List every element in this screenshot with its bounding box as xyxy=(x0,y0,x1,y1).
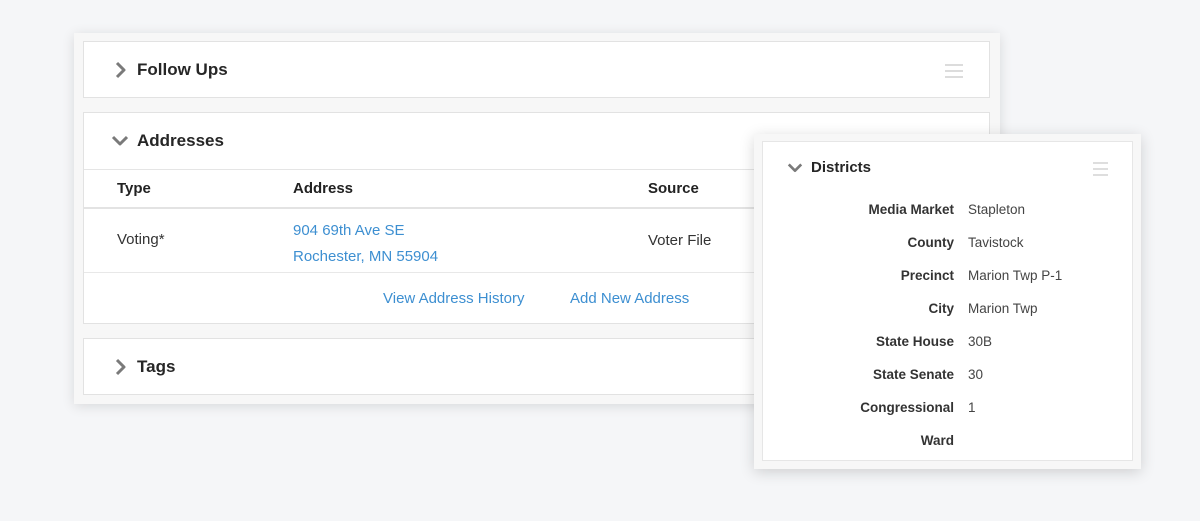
district-row-state-house: State House 30B xyxy=(763,334,1132,354)
district-row-precinct: Precinct Marion Twp P-1 xyxy=(763,268,1132,288)
district-value: 30B xyxy=(968,334,993,349)
chevron-right-icon[interactable] xyxy=(111,61,129,79)
district-label: State House xyxy=(875,334,954,349)
address-type: Voting* xyxy=(117,231,165,248)
district-label: County xyxy=(907,235,955,250)
column-header-source[interactable]: Source xyxy=(648,180,699,197)
address-line2[interactable]: Rochester, MN 55904 xyxy=(293,244,438,270)
district-label: Ward xyxy=(920,433,954,448)
follow-ups-header[interactable]: Follow Ups xyxy=(84,42,989,98)
address-source: Voter File xyxy=(648,232,712,249)
district-label: Precinct xyxy=(900,268,954,283)
district-row-congressional: Congressional 1 xyxy=(763,400,1132,420)
address-line1[interactable]: 904 69th Ave SE xyxy=(293,218,438,244)
district-row-ward: Ward xyxy=(763,433,1132,453)
districts-card: Districts Media Market Stapleton County … xyxy=(754,134,1141,469)
column-header-address[interactable]: Address xyxy=(293,180,353,197)
district-row-county: County Tavistock xyxy=(763,235,1132,255)
district-value: 1 xyxy=(968,400,976,415)
district-row-media-market: Media Market Stapleton xyxy=(763,202,1132,222)
chevron-right-icon[interactable] xyxy=(111,358,129,376)
districts-title: Districts xyxy=(811,159,872,176)
district-label: Congressional xyxy=(860,400,954,415)
district-row-city: City Marion Twp xyxy=(763,301,1132,321)
districts-panel: Districts Media Market Stapleton County … xyxy=(762,141,1133,461)
district-value: Stapleton xyxy=(968,202,1026,217)
district-label: State Senate xyxy=(872,367,954,382)
district-label: Media Market xyxy=(868,202,954,217)
addresses-title: Addresses xyxy=(137,131,224,150)
district-value: Marion Twp xyxy=(968,301,1038,316)
district-value: Tavistock xyxy=(968,235,1024,250)
drag-handle-icon[interactable] xyxy=(1093,162,1108,180)
district-label: City xyxy=(928,301,954,316)
add-new-address-link[interactable]: Add New Address xyxy=(570,290,689,307)
district-row-state-senate: State Senate 30 xyxy=(763,367,1132,387)
address-link[interactable]: 904 69th Ave SE Rochester, MN 55904 xyxy=(293,218,438,270)
district-value: 30 xyxy=(968,367,984,382)
tags-title: Tags xyxy=(137,357,176,376)
chevron-down-icon[interactable] xyxy=(787,160,803,181)
view-address-history-link[interactable]: View Address History xyxy=(383,290,524,307)
district-value: Marion Twp P-1 xyxy=(968,268,1063,283)
chevron-down-icon[interactable] xyxy=(111,132,129,150)
follow-ups-panel: Follow Ups xyxy=(83,41,990,98)
column-header-type[interactable]: Type xyxy=(117,180,151,197)
drag-handle-icon[interactable] xyxy=(945,64,963,82)
follow-ups-title: Follow Ups xyxy=(137,60,228,79)
